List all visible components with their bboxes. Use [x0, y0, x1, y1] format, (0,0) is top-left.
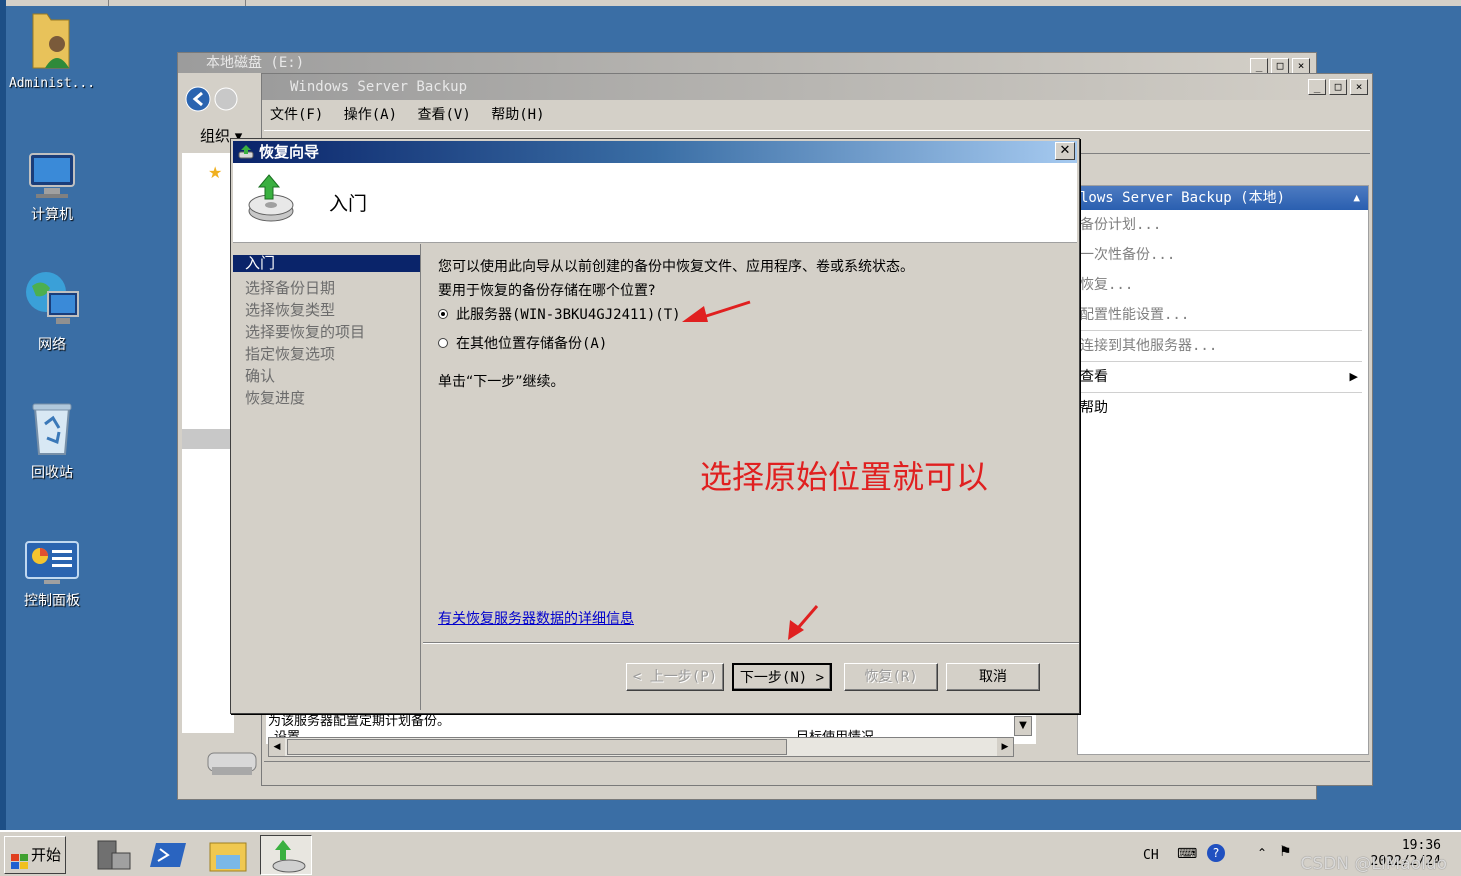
taskbar: 开始 CH ⌨ ? ⌃ ⚑ 19:36 2022/2/24 CSDN @LiMa… [0, 830, 1461, 876]
folder-icon [209, 842, 247, 872]
taskbar-explorer[interactable] [202, 835, 254, 875]
annotation-arrowhead [682, 306, 708, 322]
taskbar-server-manager[interactable] [88, 835, 140, 875]
powershell-icon [150, 843, 186, 867]
annotation-layer [682, 300, 819, 640]
system-tray: CH ⌨ ? ⌃ ⚑ 19:36 2022/2/24 CSDN @LiMaolu… [1131, 836, 1461, 874]
taskbar-powershell[interactable] [144, 835, 196, 875]
backup-icon [272, 840, 306, 873]
taskbar-windows-server-backup[interactable] [260, 835, 312, 875]
watermark: CSDN @LiMaoluo [1300, 854, 1447, 874]
clock-time: 19:36 [1401, 838, 1441, 853]
annotation-arrow [699, 300, 751, 320]
show-hidden-icon[interactable]: ⌃ [1257, 846, 1267, 860]
start-button[interactable]: 开始 [4, 836, 66, 874]
help-icon[interactable]: ? [1207, 844, 1225, 862]
annotation-arrow [796, 605, 819, 629]
annotation-text: 选择原始位置就可以 [700, 458, 989, 496]
flag-icon[interactable]: ⚑ [1279, 844, 1292, 860]
server-manager-icon [97, 840, 131, 870]
start-label: 开始 [31, 846, 62, 864]
language-indicator[interactable]: CH [1143, 848, 1159, 863]
windows-logo-icon [11, 847, 29, 876]
keyboard-icon[interactable]: ⌨ [1177, 846, 1197, 862]
